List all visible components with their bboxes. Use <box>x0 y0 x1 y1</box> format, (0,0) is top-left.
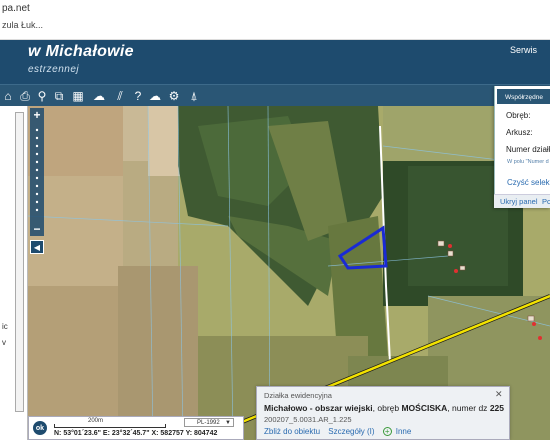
obreb-label: Obręb: <box>506 111 531 120</box>
parcel-number-prefix: , numer dz <box>447 403 490 413</box>
hide-panel-link[interactable]: Ukryj panel <box>500 197 538 206</box>
other-link[interactable]: Inne <box>396 427 412 436</box>
arkusz-label: Arkusz: <box>506 128 533 137</box>
scale-label: 200m <box>88 418 104 424</box>
parcel-info-popup: Działka ewidencyjna ✕ Michałowo - obszar… <box>256 386 510 440</box>
pan-icon[interactable]: ⚲ <box>34 88 50 104</box>
parcel-number: 225 <box>489 403 504 413</box>
zoom-to-object-link[interactable]: Zbliż do obiektu <box>264 427 320 436</box>
parcel-obreb: MOŚCISKA <box>401 403 448 413</box>
tab-coordinates[interactable]: Współrzędne <box>496 88 550 105</box>
details-link[interactable]: Szczegóły (I) <box>328 427 374 436</box>
left-panel-text-1: ic <box>2 322 8 331</box>
footer-link[interactable]: Po <box>542 197 550 206</box>
measure-icon[interactable]: ⫽ <box>112 88 128 104</box>
zoom-slider[interactable] <box>30 108 44 236</box>
parcel-id: 200207_5.0031.AR_1.225 <box>264 415 352 424</box>
crs-select[interactable]: PL-1992 ▼ <box>184 418 234 427</box>
parcel-number-label: Numer działk <box>506 145 550 154</box>
scale-bar <box>54 424 166 428</box>
home-icon[interactable]: ⌂ <box>0 88 16 104</box>
parcel-municipality: Michałowo - obszar wiejski <box>264 403 373 413</box>
map-icon[interactable]: ▦ <box>70 88 86 104</box>
toolbar: ⌂ ⎙ ⚲ ⧉ ▦ ☁ ⫽ ? ☁ ⚙ ⍋ <box>0 84 550 106</box>
left-panel-text-2: v <box>2 338 6 347</box>
collapse-left-panel-button[interactable]: ◀ <box>30 240 44 254</box>
search-panel-footer: Ukryj panel Po <box>494 194 550 208</box>
road-icon[interactable]: ⍋ <box>186 88 202 104</box>
clear-selection-link[interactable]: Czyść selekc <box>507 178 550 187</box>
parcel-description: Michałowo - obszar wiejski, obręb MOŚCIS… <box>264 403 504 413</box>
help-icon[interactable]: ? <box>130 88 146 104</box>
app-subtitle: estrzennej <box>28 64 80 75</box>
crs-value: PL-1992 <box>197 420 220 426</box>
ok-button[interactable]: ok <box>32 420 48 436</box>
browser-bar: pa.net zula Łuk... <box>0 0 550 40</box>
chevron-down-icon: ▼ <box>225 420 231 426</box>
coordinates-readout: N: 53°01´23.6" E: 23°32´45.7" X: 582757 … <box>54 430 218 437</box>
parcel-actions: Zbliż do obiektu Szczegóły (I) + Inne <box>264 427 417 436</box>
plus-icon[interactable]: + <box>382 427 392 436</box>
header-services-link[interactable]: Serwis <box>510 45 537 55</box>
parcel-number-hint: W polu "Numer d <box>507 159 549 165</box>
close-icon[interactable]: ✕ <box>495 389 503 400</box>
parcel-popup-header: Działka ewidencyjna <box>264 391 332 400</box>
zoom-out-button[interactable]: − <box>30 222 44 236</box>
bookmark-label[interactable]: zula Łuk... <box>2 20 43 30</box>
cloud-icon[interactable]: ☁ <box>91 88 107 104</box>
cloud-download-icon[interactable]: ☁ <box>147 88 163 104</box>
zoom-in-button[interactable]: + <box>30 108 44 122</box>
settings-icon[interactable]: ⚙ <box>166 88 182 104</box>
parcel-obreb-prefix: , obręb <box>372 403 402 413</box>
print-icon[interactable]: ⎙ <box>17 88 33 104</box>
left-panel-scrollbar[interactable] <box>15 112 24 412</box>
url-text[interactable]: pa.net <box>2 3 30 14</box>
app-title: w Michałowie <box>28 43 134 60</box>
layers-icon[interactable]: ⧉ <box>51 88 67 104</box>
